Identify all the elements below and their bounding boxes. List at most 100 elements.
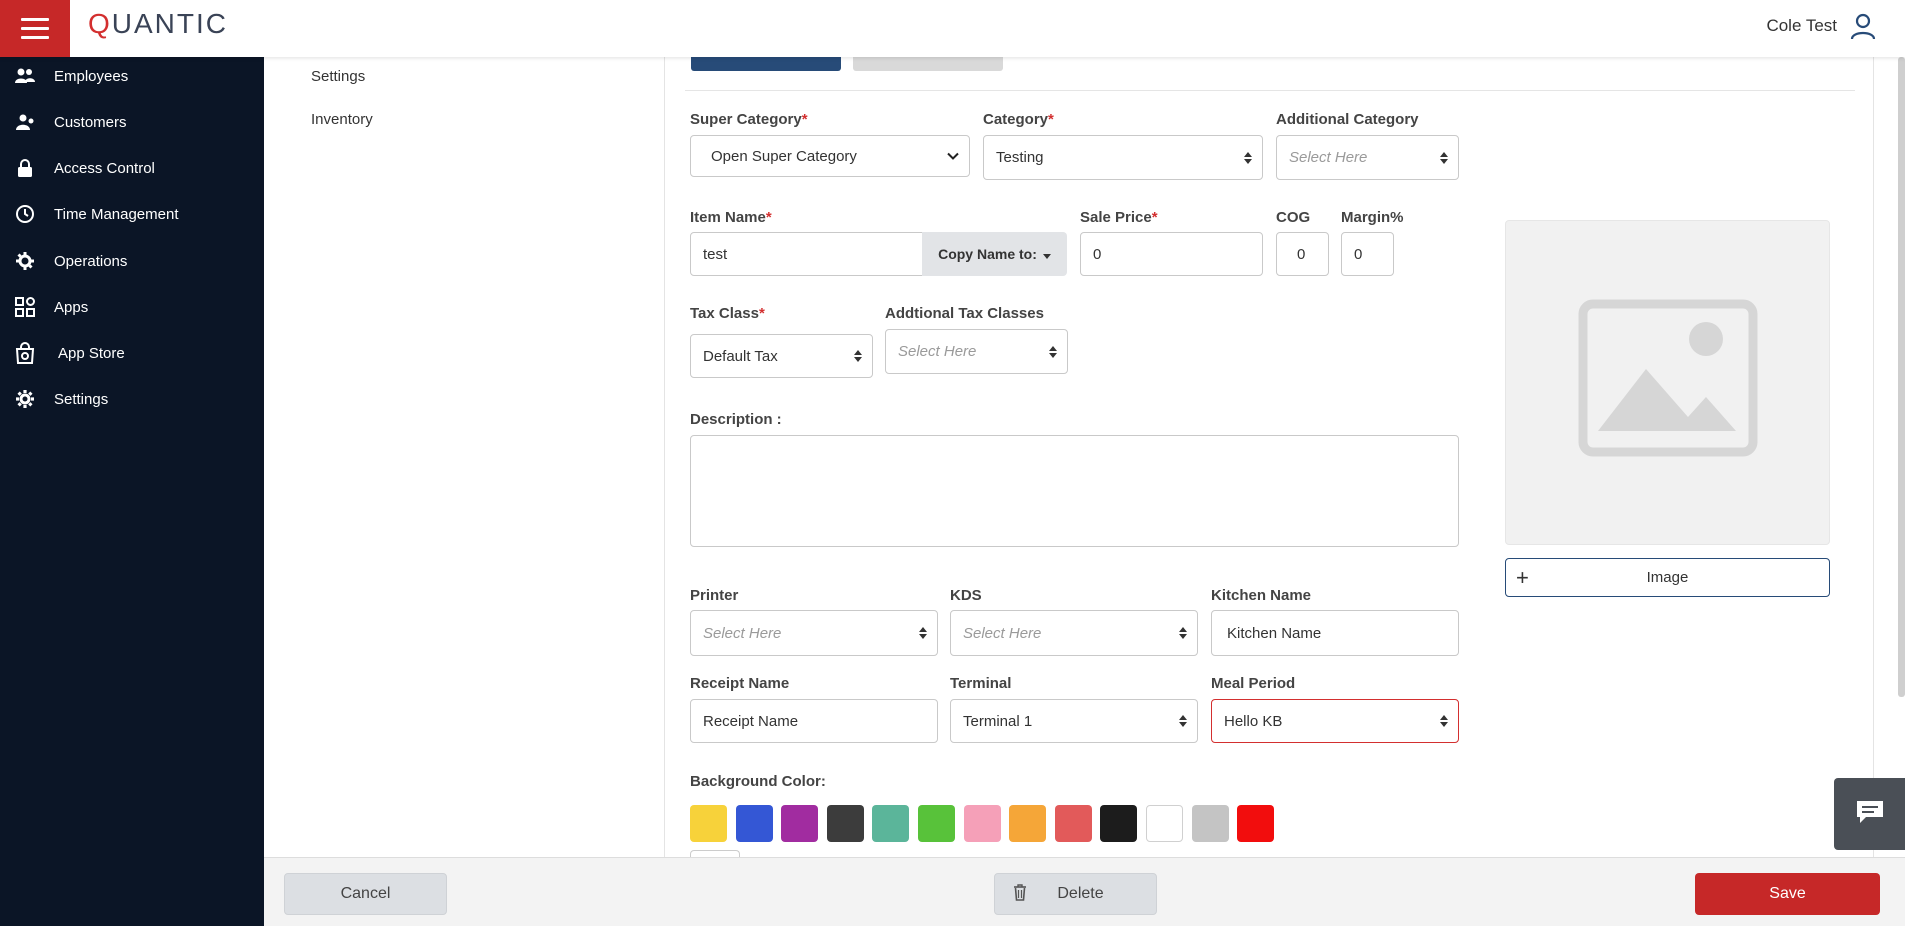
tab-inactive[interactable] bbox=[853, 57, 1003, 71]
sidebar-item-label: Customers bbox=[54, 113, 127, 131]
sidebar-item-customers[interactable]: Customers bbox=[0, 103, 264, 141]
sidebar-item-apps[interactable]: Apps bbox=[0, 288, 264, 326]
caret-down-icon bbox=[1042, 246, 1051, 262]
color-swatch[interactable] bbox=[918, 805, 955, 842]
user-name: Cole Test bbox=[1766, 16, 1837, 35]
lock-icon bbox=[14, 157, 36, 179]
terminal-label: Terminal bbox=[950, 675, 1012, 692]
color-swatch[interactable] bbox=[1009, 805, 1047, 842]
image-placeholder-icon bbox=[1578, 299, 1758, 457]
apps-grid-icon bbox=[14, 296, 36, 318]
description-label: Description : bbox=[690, 411, 782, 428]
kitchen-name-label: Kitchen Name bbox=[1211, 587, 1312, 604]
additional-tax-classes-label: Addtional Tax Classes bbox=[885, 305, 1044, 322]
additional-category-select[interactable]: Select Here bbox=[1276, 135, 1459, 180]
divider bbox=[685, 90, 1855, 91]
operations-gear-icon bbox=[14, 250, 36, 272]
sidebar-item-label: Operations bbox=[54, 252, 128, 270]
color-swatch[interactable] bbox=[1191, 805, 1229, 842]
sidebar-item-app-store[interactable]: App Store bbox=[0, 334, 264, 372]
sort-arrows-icon bbox=[919, 626, 927, 640]
sidebar: Employees Customers Access Control Time … bbox=[0, 57, 264, 926]
description-textarea[interactable] bbox=[690, 435, 1459, 547]
sidebar-item-operations[interactable]: Operations bbox=[0, 242, 264, 280]
subnav-item-settings[interactable]: Settings bbox=[311, 68, 365, 85]
users-icon bbox=[14, 65, 36, 87]
add-image-button[interactable]: + Image bbox=[1505, 558, 1830, 597]
color-swatch[interactable] bbox=[872, 805, 910, 842]
receipt-name-label: Receipt Name bbox=[690, 675, 790, 692]
margin-label: Margin% bbox=[1341, 209, 1404, 226]
sort-arrows-icon bbox=[1440, 151, 1448, 165]
tax-class-label: Tax Class* bbox=[690, 305, 765, 322]
super-category-select[interactable]: Open Super Category bbox=[690, 135, 970, 177]
color-swatch[interactable] bbox=[1054, 805, 1092, 842]
margin-input[interactable]: 0 bbox=[1341, 232, 1394, 276]
color-swatch[interactable] bbox=[781, 805, 819, 842]
user-menu[interactable]: Cole Test bbox=[1766, 12, 1877, 40]
kitchen-name-input[interactable]: Kitchen Name bbox=[1211, 610, 1459, 656]
tax-class-select[interactable]: Default Tax bbox=[690, 334, 873, 378]
cog-label: COG bbox=[1276, 209, 1311, 226]
hamburger-menu-icon[interactable] bbox=[0, 0, 70, 57]
terminal-select[interactable]: Terminal 1 bbox=[950, 699, 1198, 743]
more-colors-partial[interactable] bbox=[690, 850, 740, 857]
cog-input[interactable]: 0 bbox=[1276, 232, 1329, 276]
printer-select[interactable]: Select Here bbox=[690, 610, 938, 656]
sidebar-item-settings[interactable]: Settings bbox=[0, 380, 264, 418]
item-name-label: Item Name* bbox=[690, 209, 772, 226]
meal-period-select[interactable]: Hello KB bbox=[1211, 699, 1459, 743]
sidebar-item-label: Apps bbox=[54, 298, 89, 316]
color-swatch[interactable] bbox=[826, 805, 864, 842]
chevron-down-icon bbox=[947, 148, 959, 165]
cancel-button[interactable]: Cancel bbox=[284, 873, 447, 915]
brand-logo[interactable]: QUANTIC bbox=[88, 8, 228, 40]
chat-widget-button[interactable] bbox=[1834, 778, 1905, 850]
subnav-item-inventory[interactable]: Inventory bbox=[311, 111, 373, 128]
bottom-action-bar: Cancel Delete Save bbox=[264, 857, 1905, 926]
sub-navigation: Settings Inventory bbox=[264, 57, 664, 857]
copy-name-dropdown-button[interactable]: Copy Name to: bbox=[922, 232, 1067, 276]
sort-arrows-icon bbox=[1440, 714, 1448, 728]
item-name-input[interactable]: test bbox=[690, 232, 924, 276]
sort-arrows-icon bbox=[1179, 714, 1187, 728]
sidebar-item-label: Settings bbox=[54, 390, 109, 408]
color-swatch[interactable] bbox=[1100, 805, 1138, 842]
additional-category-label: Additional Category bbox=[1276, 111, 1419, 128]
sidebar-item-label: App Store bbox=[58, 344, 125, 362]
meal-period-label: Meal Period bbox=[1211, 675, 1296, 692]
delete-button-label: Delete bbox=[1057, 885, 1104, 902]
top-header: QUANTIC Cole Test bbox=[0, 0, 1905, 57]
color-swatch[interactable] bbox=[1237, 805, 1275, 842]
sort-arrows-icon bbox=[1244, 151, 1252, 165]
color-swatch[interactable] bbox=[963, 805, 1001, 842]
background-color-label: Background Color: bbox=[690, 773, 826, 790]
trash-icon bbox=[1013, 884, 1027, 906]
sale-price-input[interactable]: 0 bbox=[1080, 232, 1263, 276]
kds-select[interactable]: Select Here bbox=[950, 610, 1198, 656]
clock-icon bbox=[14, 203, 36, 225]
customers-icon bbox=[14, 111, 36, 133]
delete-button[interactable]: Delete bbox=[994, 873, 1157, 915]
color-swatch[interactable] bbox=[690, 805, 727, 842]
user-icon[interactable] bbox=[1849, 12, 1877, 40]
app-store-bag-icon bbox=[14, 342, 36, 364]
save-button[interactable]: Save bbox=[1695, 873, 1880, 915]
color-swatch[interactable] bbox=[1146, 805, 1183, 842]
additional-tax-classes-select[interactable]: Select Here bbox=[885, 329, 1068, 374]
sort-arrows-icon bbox=[1179, 626, 1187, 640]
sale-price-label: Sale Price* bbox=[1080, 209, 1158, 226]
chat-bubble-icon bbox=[1854, 798, 1886, 831]
item-form-panel: Super Category* Open Super Category Cate… bbox=[664, 57, 1874, 857]
receipt-name-input[interactable]: Receipt Name bbox=[690, 699, 938, 743]
category-select[interactable]: Testing bbox=[983, 135, 1263, 180]
sidebar-item-employees[interactable]: Employees bbox=[0, 57, 264, 95]
sidebar-item-time-management[interactable]: Time Management bbox=[0, 195, 264, 233]
tab-active[interactable] bbox=[691, 57, 841, 71]
super-category-label: Super Category* bbox=[690, 111, 808, 128]
sidebar-item-access-control[interactable]: Access Control bbox=[0, 149, 264, 187]
printer-label: Printer bbox=[690, 587, 739, 604]
scrollbar[interactable] bbox=[1898, 57, 1905, 697]
color-swatch[interactable] bbox=[735, 805, 773, 842]
sort-arrows-icon bbox=[1049, 345, 1057, 359]
